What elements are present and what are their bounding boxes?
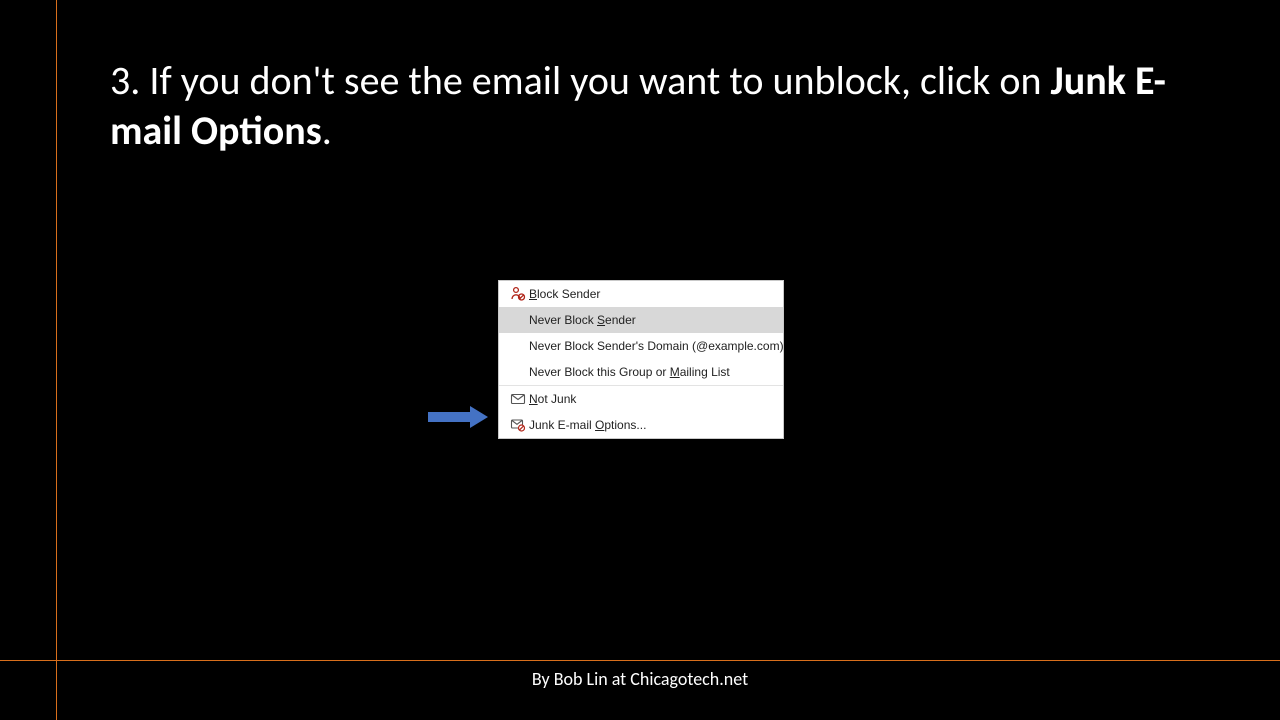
menu-label: Never Block Sender's Domain (@example.co… [529,339,784,353]
label-text: ender [605,313,636,327]
menu-label: Not Junk [529,392,775,406]
menu-item-block-sender[interactable]: Block Sender [499,281,783,307]
arrow-right-icon [428,406,488,428]
label-text: Never Block this Group or [529,365,670,379]
label-text: ptions... [604,418,646,432]
mnemonic-letter: S [597,313,605,327]
horizontal-rule [0,660,1280,661]
menu-item-never-block-group[interactable]: Never Block this Group or Mailing List [499,359,783,385]
junk-menu: Block Sender Never Block Sender Never Bl… [498,280,784,439]
menu-item-never-block-domain[interactable]: Never Block Sender's Domain (@example.co… [499,333,783,359]
menu-item-junk-email-options[interactable]: Junk E-mail Options... [499,412,783,438]
mnemonic-letter: O [595,418,604,432]
label-text: Never Block [529,313,597,327]
menu-label: Never Block Sender [529,313,775,327]
footer-credit: By Bob Lin at Chicagotech.net [0,668,1280,690]
label-text: ailing List [680,365,730,379]
label-text: ot Junk [538,392,577,406]
mnemonic-letter: N [529,392,538,406]
mnemonic-letter: M [670,365,680,379]
menu-label: Junk E-mail Options... [529,418,775,432]
menu-label: Block Sender [529,287,775,301]
label-text: Junk E-mail [529,418,595,432]
menu-label: Never Block this Group or Mailing List [529,365,775,379]
heading-text-prefix: 3. If you don't see the email you want t… [110,56,1051,105]
menu-item-not-junk[interactable]: Not Junk [499,386,783,412]
block-sender-icon [507,286,529,302]
vertical-rule [56,0,57,720]
heading-text-suffix: . [322,106,332,155]
envelope-blocked-icon [507,417,529,433]
menu-item-never-block-sender[interactable]: Never Block Sender [499,307,783,333]
slide-heading: 3. If you don't see the email you want t… [110,56,1190,156]
envelope-icon [507,391,529,407]
slide: 3. If you don't see the email you want t… [0,0,1280,720]
label-text: lock Sender [537,287,600,301]
mnemonic-letter: B [529,287,537,301]
